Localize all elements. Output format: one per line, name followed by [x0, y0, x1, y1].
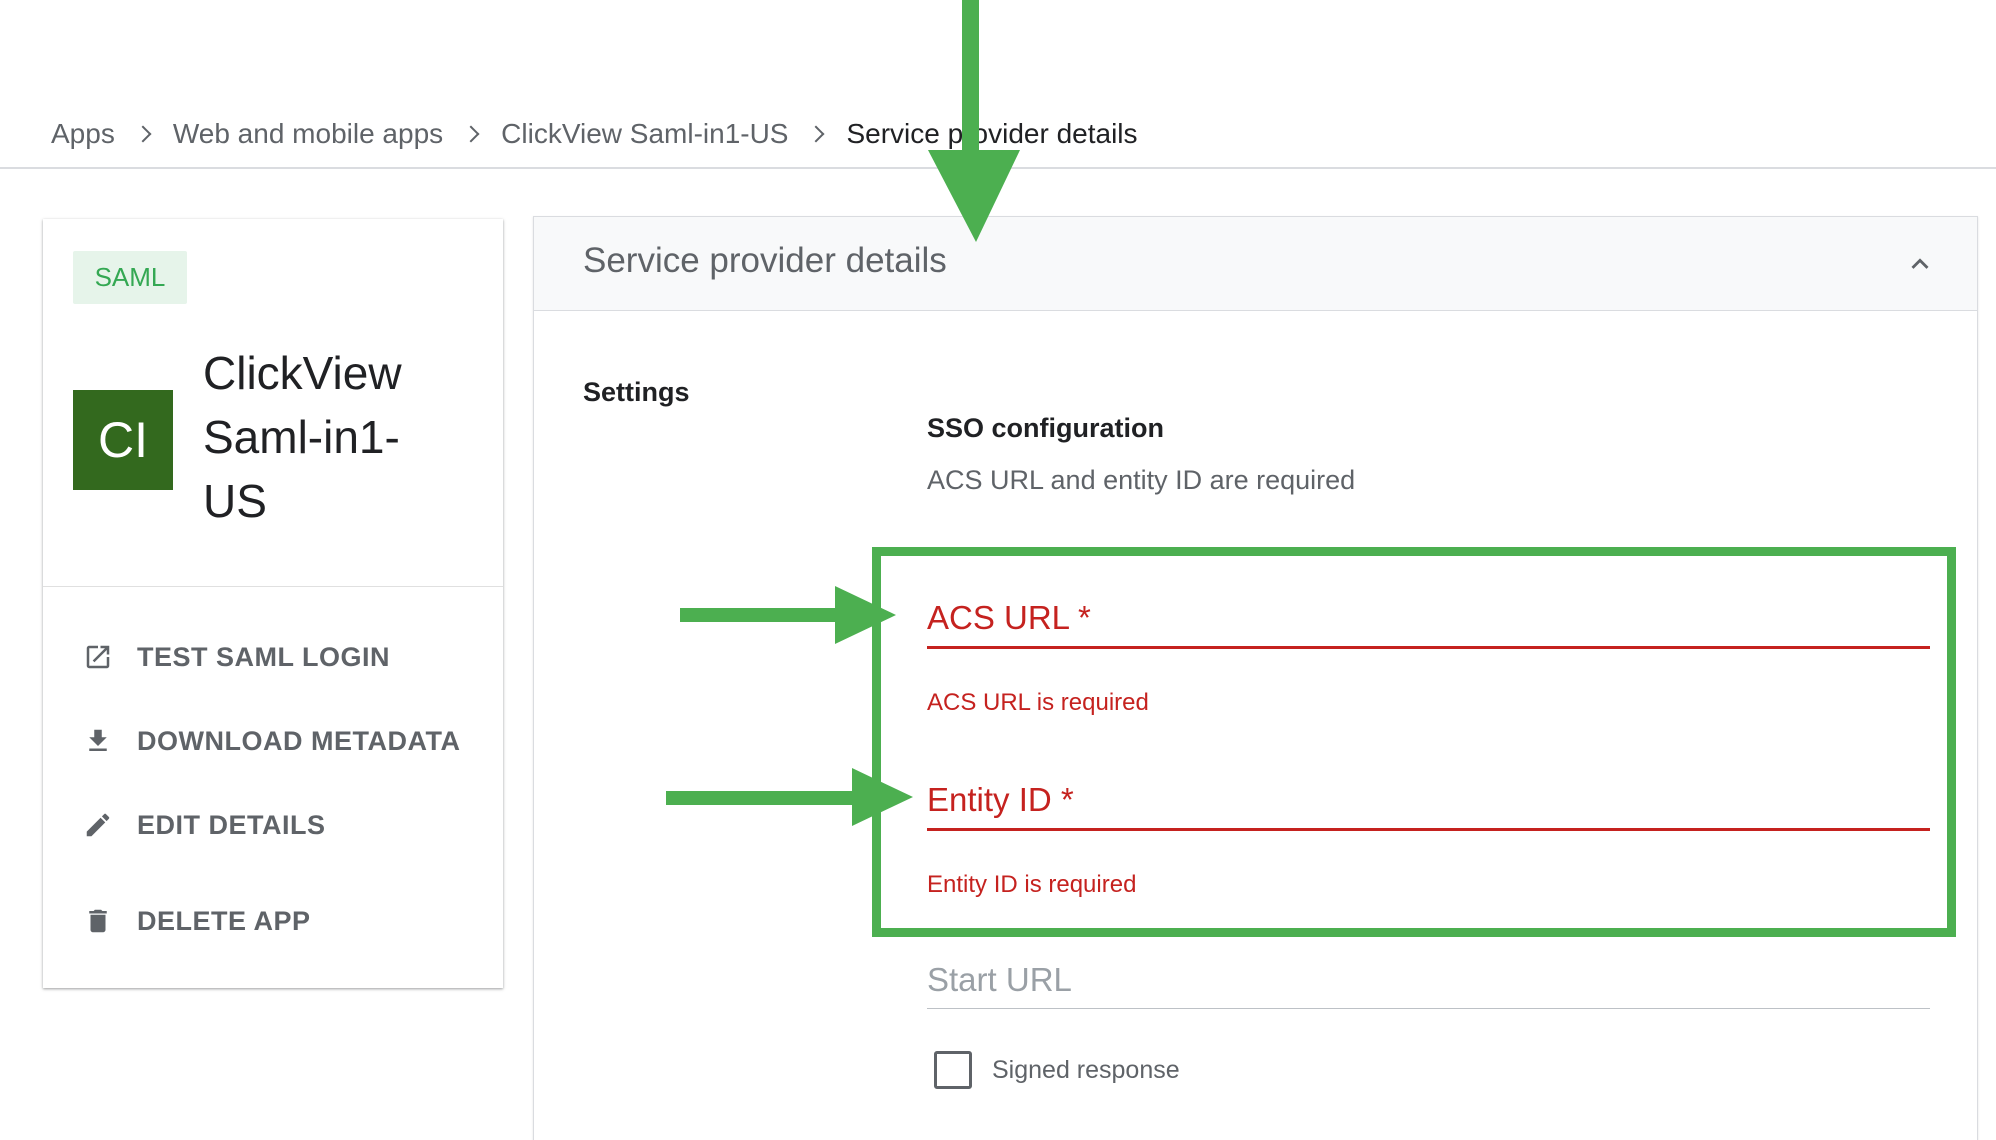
delete-app-label: DELETE APP [137, 905, 311, 936]
breadcrumb-current: Service provider details [846, 118, 1138, 149]
start-url-label: Start URL [927, 961, 1072, 998]
collapse-button[interactable] [1899, 243, 1941, 285]
signed-response-label: Signed response [992, 1055, 1180, 1084]
signed-response-checkbox[interactable] [934, 1051, 972, 1089]
edit-pencil-icon [81, 808, 115, 842]
panel-title: Service provider details [583, 241, 947, 280]
start-url-field[interactable]: Start URL [927, 956, 1930, 1009]
delete-app-button[interactable]: DELETE APP [81, 899, 311, 943]
download-metadata-button[interactable]: DOWNLOAD METADATA [81, 719, 460, 763]
test-saml-login-label: TEST SAML LOGIN [137, 641, 391, 672]
app-name-line: US [203, 475, 267, 527]
saml-chip: SAML [73, 251, 187, 304]
app-summary-card: SAML CI ClickView Saml-in1- US TEST SAML… [43, 219, 503, 988]
sso-configuration-subtitle: ACS URL and entity ID are required [927, 465, 1356, 495]
app-name-line: Saml-in1- [203, 411, 400, 463]
test-saml-login-button[interactable]: TEST SAML LOGIN [81, 635, 390, 679]
download-icon [81, 724, 115, 758]
chevron-right-icon [462, 125, 480, 143]
breadcrumb-app[interactable]: ClickView Saml-in1-US [501, 118, 788, 150]
app-name: ClickView Saml-in1- US [203, 341, 483, 533]
app-avatar: CI [73, 390, 173, 490]
start-url-underline [927, 1008, 1930, 1009]
chevron-up-icon [1911, 258, 1929, 269]
edit-details-button[interactable]: EDIT DETAILS [81, 803, 326, 847]
panel-header[interactable]: Service provider details [534, 217, 1977, 311]
download-metadata-label: DOWNLOAD METADATA [137, 725, 461, 756]
sso-configuration-title: SSO configuration [927, 413, 1165, 443]
edit-details-label: EDIT DETAILS [137, 809, 326, 840]
trash-icon [81, 904, 115, 938]
header-divider [0, 167, 1996, 169]
chevron-right-icon [807, 125, 825, 143]
annotation-highlight-box [872, 547, 1956, 937]
breadcrumb-web-and-mobile-apps[interactable]: Web and mobile apps [173, 118, 443, 150]
app-name-line: ClickView [203, 347, 402, 399]
settings-label: Settings [583, 377, 690, 407]
card-divider [43, 586, 503, 587]
chevron-right-icon [134, 125, 152, 143]
open-in-new-icon [81, 640, 115, 674]
signed-response-row: Signed response [934, 1051, 1180, 1089]
breadcrumb-apps[interactable]: Apps [51, 118, 115, 150]
breadcrumb: Apps Web and mobile apps ClickView Saml-… [51, 113, 1138, 155]
